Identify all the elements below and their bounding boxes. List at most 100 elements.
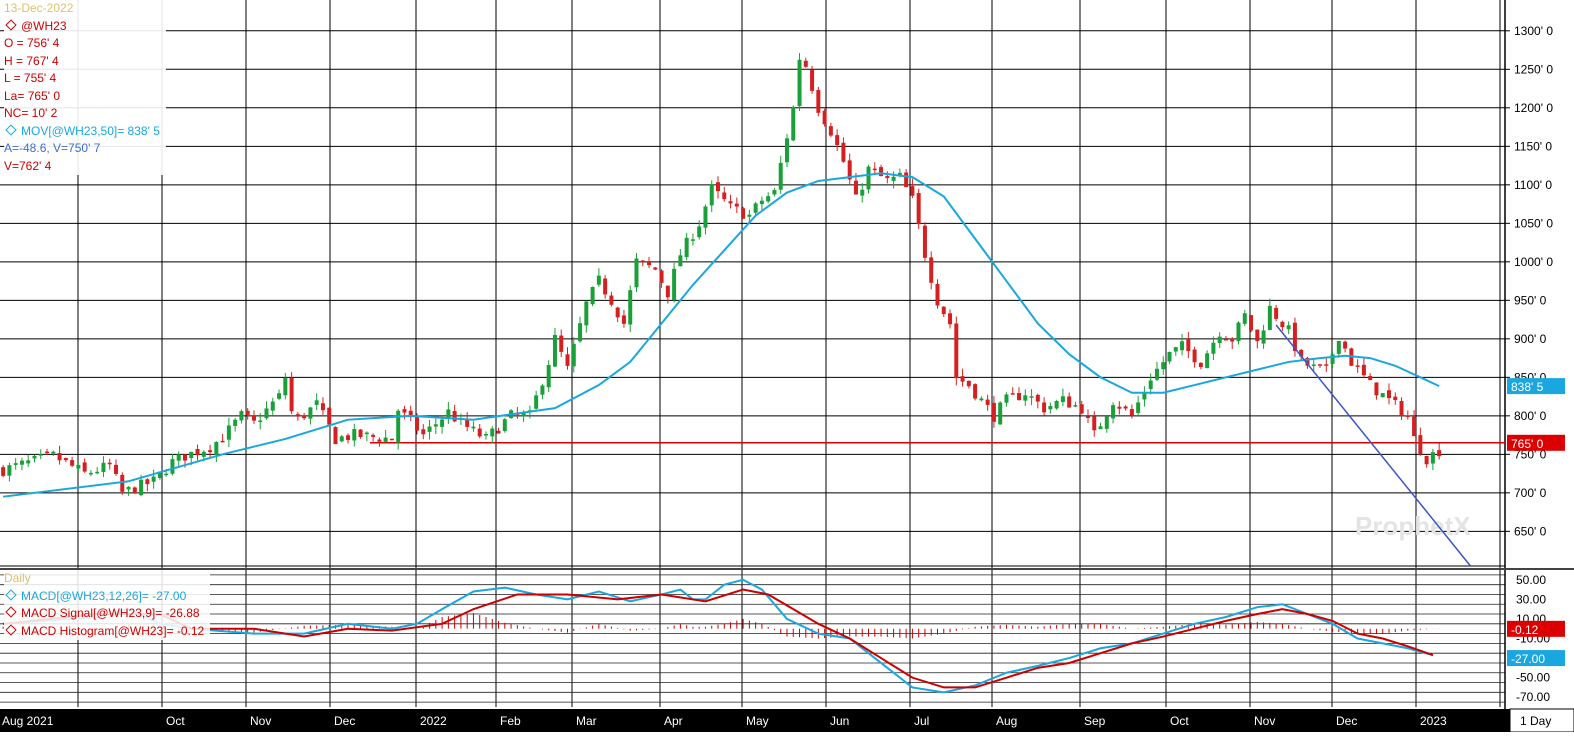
- ma-diamond-icon: [5, 123, 17, 136]
- candle-body: [690, 239, 695, 241]
- candle-body: [1048, 406, 1053, 410]
- candle-body: [1042, 402, 1047, 413]
- candle-body: [339, 436, 344, 442]
- candle-body: [1430, 452, 1435, 464]
- candle-body: [19, 460, 24, 465]
- candle-body: [772, 190, 777, 195]
- candle-body: [295, 414, 300, 417]
- candle-body: [320, 403, 325, 411]
- candle-body: [333, 427, 338, 445]
- candle-body: [220, 440, 225, 443]
- x-tick-label: Nov: [250, 714, 271, 728]
- angle-readout: A=-48.6, V=750' 7: [4, 141, 101, 155]
- candle-body: [502, 419, 507, 432]
- candle-body: [841, 142, 846, 162]
- candle-body: [728, 201, 733, 204]
- candle-body: [63, 457, 68, 461]
- y-tick-label: 1300' 0: [1514, 24, 1553, 38]
- candle-body: [929, 257, 934, 283]
- candle-body: [1249, 315, 1254, 331]
- y-tick-label: 1200' 0: [1514, 101, 1553, 115]
- candle-body: [427, 426, 432, 432]
- symbol-label: @WH23: [21, 18, 67, 33]
- candle-body: [1180, 341, 1185, 351]
- candle-body: [264, 408, 269, 419]
- macd-faint-label: Daily: [4, 571, 31, 585]
- price-macd-chart[interactable]: 1300' 0 1250' 0 1200' 0 1150' 0 1100' 0 1050'…: [0, 0, 1574, 733]
- candle-body: [251, 415, 256, 421]
- candle-body: [860, 189, 865, 196]
- candle-body: [615, 307, 620, 318]
- candle-body: [346, 435, 351, 441]
- candle-body: [534, 395, 539, 409]
- candle-body: [1236, 322, 1241, 342]
- candle-body: [828, 126, 833, 136]
- x-tick-label: Jun: [830, 714, 849, 728]
- x-tick-label: Sep: [1084, 714, 1106, 728]
- candle-body: [189, 451, 194, 458]
- x-tick-label: Jul: [914, 714, 929, 728]
- candle-body: [1117, 406, 1122, 409]
- y-tick-label: 1250' 0: [1514, 62, 1553, 76]
- x-tick-label: Aug 2021: [2, 714, 54, 728]
- candle-body: [1085, 416, 1090, 418]
- net-change-readout: NC= 10' 2: [4, 106, 58, 120]
- symbol-diamond-icon: [5, 18, 17, 31]
- candle-body: [1079, 404, 1084, 414]
- candle-body: [1267, 305, 1272, 330]
- candle-body: [327, 407, 332, 425]
- candle-body: [1054, 401, 1059, 409]
- candle-body: [1, 467, 6, 476]
- candle-body: [891, 176, 896, 181]
- histogram-diamond-icon: [5, 623, 17, 636]
- candle-body: [314, 400, 319, 405]
- candle-body: [270, 401, 275, 411]
- candle-body: [991, 402, 996, 422]
- candle-body: [101, 462, 106, 473]
- candle-body: [1368, 376, 1373, 381]
- candle-body: [609, 295, 614, 305]
- y-tick-label: 1100' 0: [1514, 178, 1552, 192]
- signal-readout: MACD Signal[@WH23,9]= -26.88: [21, 606, 200, 620]
- candle-body: [879, 167, 884, 177]
- candle-body: [948, 313, 953, 325]
- candle-body: [182, 454, 187, 461]
- candle-body: [810, 69, 815, 91]
- macd-y-tick-label: 50.00: [1516, 573, 1546, 587]
- candle-body: [734, 203, 739, 207]
- y-tick-label: 1150' 0: [1514, 139, 1552, 153]
- candle-body: [590, 287, 595, 305]
- candle-body: [402, 409, 407, 413]
- candle-body: [1311, 364, 1316, 367]
- candle-body: [1205, 353, 1210, 369]
- candle-body: [1092, 416, 1097, 431]
- watermark: ProphetX: [1355, 511, 1471, 541]
- x-tick-label: Apr: [664, 714, 683, 728]
- candle-body: [722, 192, 727, 200]
- candle-body: [1198, 362, 1203, 367]
- histogram-value-flag: -0.12: [1511, 623, 1539, 637]
- candle-body: [132, 487, 137, 494]
- macd-readout: MACD[@WH23,12,26]= -27.00: [21, 588, 187, 603]
- candle-body: [1173, 347, 1178, 352]
- y-tick-label: 900' 0: [1514, 332, 1547, 346]
- high-readout: H = 767' 4: [4, 53, 59, 68]
- candle-body: [1324, 364, 1329, 366]
- candle-body: [145, 479, 150, 485]
- candle-body: [578, 323, 583, 342]
- x-tick-label: Aug: [996, 714, 1017, 728]
- candle-body: [214, 442, 219, 456]
- x-tick-label: Nov: [1254, 714, 1275, 728]
- candle-body: [1148, 380, 1153, 390]
- candle-body: [1393, 396, 1398, 401]
- candle-body: [1343, 341, 1348, 349]
- candle-body: [904, 172, 909, 188]
- candle-body: [1242, 313, 1247, 324]
- candle-body: [308, 407, 313, 419]
- candle-body: [966, 380, 971, 387]
- candle-body: [791, 106, 796, 141]
- candle-body: [621, 315, 626, 324]
- candle-body: [1336, 340, 1341, 354]
- candle-body: [916, 193, 921, 225]
- candle-body: [496, 430, 501, 434]
